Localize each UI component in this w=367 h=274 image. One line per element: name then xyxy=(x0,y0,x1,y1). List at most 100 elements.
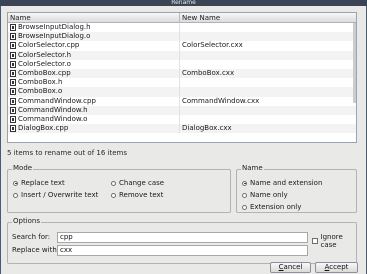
column-header-name[interactable]: Name xyxy=(8,13,180,23)
name-cell: ComboBox.o xyxy=(8,87,180,97)
cancel-label: ancel xyxy=(283,263,303,271)
table-row[interactable]: DialogBox.cpp DialogBox.cxx xyxy=(8,124,356,134)
radio-indicator[interactable] xyxy=(13,180,18,186)
radio-replace-text[interactable]: Replace text xyxy=(13,179,65,187)
table-row[interactable]: CommandWindow.cpp CommandWindow.cxx xyxy=(8,96,356,106)
new-name-cell xyxy=(180,106,356,115)
file-name: ComboBox.cpp xyxy=(18,68,71,77)
new-name-cell xyxy=(180,51,356,60)
radio-indicator[interactable] xyxy=(13,192,18,198)
file-icon xyxy=(10,51,16,59)
radio-label: Name and extension xyxy=(250,179,323,187)
new-name-cell xyxy=(180,87,356,96)
ignore-case-checkbox[interactable]: Ignore case xyxy=(312,233,356,249)
table-header: Name New Name xyxy=(8,13,356,23)
new-name-cell xyxy=(180,78,356,87)
file-icon xyxy=(10,97,16,105)
table-row[interactable]: BrowseInputDialog.h xyxy=(8,23,356,33)
name-cell: BrowseInputDialog.o xyxy=(8,32,180,42)
name-cell: ColorSelector.cpp xyxy=(8,41,180,51)
radio-indicator[interactable] xyxy=(242,192,247,198)
name-group-title: Name xyxy=(241,164,264,172)
radio-label: Name only xyxy=(250,191,288,199)
new-name-cell: CommandWindow.cxx xyxy=(182,96,260,105)
name-cell: ComboBox.cpp xyxy=(8,68,180,79)
file-name: ComboBox.o xyxy=(18,87,63,96)
table-row[interactable]: CommandWindow.o xyxy=(8,114,356,125)
table-row[interactable]: ComboBox.cpp ComboBox.cxx xyxy=(8,68,356,79)
name-cell: BrowseInputDialog.h xyxy=(8,23,180,33)
name-cell: ColorSelector.o xyxy=(8,59,180,69)
radio-name-only[interactable]: Name only xyxy=(242,191,288,199)
file-name: ColorSelector.cpp xyxy=(18,41,80,50)
mode-group: Mode Replace text Change case Insert / O… xyxy=(7,164,231,213)
cancel-button[interactable]: Cancel xyxy=(270,262,311,273)
table-row[interactable]: BrowseInputDialog.o xyxy=(8,32,356,42)
new-name-cell: DialogBox.cxx xyxy=(182,124,232,133)
file-icon xyxy=(10,79,16,87)
name-cell: CommandWindow.cpp xyxy=(8,96,180,106)
radio-change-case[interactable]: Change case xyxy=(111,179,164,187)
new-name-cell xyxy=(180,23,356,32)
file-name: CommandWindow.h xyxy=(18,105,88,114)
new-name-cell xyxy=(180,60,356,69)
table-row[interactable]: ColorSelector.cpp ColorSelector.cxx xyxy=(8,41,356,51)
status-text: 5 items to rename out of 16 items xyxy=(7,149,127,157)
table-row[interactable]: ColorSelector.h xyxy=(8,50,356,60)
search-input[interactable]: cpp xyxy=(57,232,308,243)
new-name-cell: ComboBox.cxx xyxy=(182,68,235,77)
accept-button[interactable]: Accept xyxy=(315,262,358,273)
new-name-cell xyxy=(180,32,356,41)
rename-table: Name New Name BrowseInputDialog.h BrowseI… xyxy=(7,12,357,143)
name-cell: CommandWindow.h xyxy=(8,105,180,115)
file-name: ComboBox.h xyxy=(18,78,63,87)
radio-indicator[interactable] xyxy=(242,204,247,210)
options-group: Options Search for: cpp Ignore case Repl… xyxy=(7,217,357,264)
replace-label: Replace with: xyxy=(12,246,60,254)
file-icon xyxy=(10,88,16,96)
radio-label: Extension only xyxy=(250,203,302,211)
file-name: BrowseInputDialog.o xyxy=(18,32,91,41)
file-icon xyxy=(10,60,16,68)
file-icon xyxy=(10,115,16,123)
file-name: CommandWindow.cpp xyxy=(18,96,96,105)
file-icon xyxy=(10,125,16,133)
radio-insert-overwrite[interactable]: Insert / Overwrite text xyxy=(13,191,98,199)
table-body: BrowseInputDialog.h BrowseInputDialog.o Co… xyxy=(8,23,356,134)
column-header-new-name[interactable]: New Name xyxy=(180,13,356,23)
file-name: ColorSelector.h xyxy=(18,50,72,59)
file-icon xyxy=(10,106,16,114)
file-icon xyxy=(10,42,16,50)
radio-remove-text[interactable]: Remove text xyxy=(111,191,163,199)
file-name: CommandWindow.o xyxy=(18,114,88,123)
table-row[interactable]: ColorSelector.o xyxy=(8,59,356,69)
name-cell: ColorSelector.h xyxy=(8,50,180,60)
search-label: Search for: xyxy=(12,233,51,241)
table-row[interactable]: CommandWindow.h xyxy=(8,105,356,115)
file-icon xyxy=(10,24,16,32)
ignore-case-label: Ignore case xyxy=(320,233,343,249)
options-group-title: Options xyxy=(12,217,42,225)
file-name: BrowseInputDialog.h xyxy=(18,23,91,31)
name-group: Name Name and extension Name only Extens… xyxy=(236,164,357,213)
radio-name-and-extension[interactable]: Name and extension xyxy=(242,179,322,187)
accept-label: ccept xyxy=(329,263,349,271)
radio-indicator[interactable] xyxy=(242,180,247,186)
rename-dialog: Name New Name BrowseInputDialog.h BrowseI… xyxy=(1,6,366,274)
radio-label: Remove text xyxy=(119,191,164,199)
table-row[interactable]: ComboBox.o xyxy=(8,87,356,97)
radio-indicator[interactable] xyxy=(111,192,116,198)
radio-label: Replace text xyxy=(21,179,65,187)
replace-input[interactable]: cxx xyxy=(57,245,308,256)
new-name-cell: ColorSelector.cxx xyxy=(182,41,243,50)
checkbox-indicator[interactable] xyxy=(312,238,318,244)
mode-group-title: Mode xyxy=(12,164,34,172)
file-name: ColorSelector.o xyxy=(18,59,71,68)
radio-indicator[interactable] xyxy=(111,180,116,186)
file-name: DialogBox.cpp xyxy=(18,124,69,133)
radio-extension-only[interactable]: Extension only xyxy=(242,203,301,211)
table-scrollbar[interactable] xyxy=(353,23,356,103)
table-row[interactable]: ComboBox.h xyxy=(8,78,356,88)
file-icon xyxy=(10,70,16,78)
file-icon xyxy=(10,33,16,41)
